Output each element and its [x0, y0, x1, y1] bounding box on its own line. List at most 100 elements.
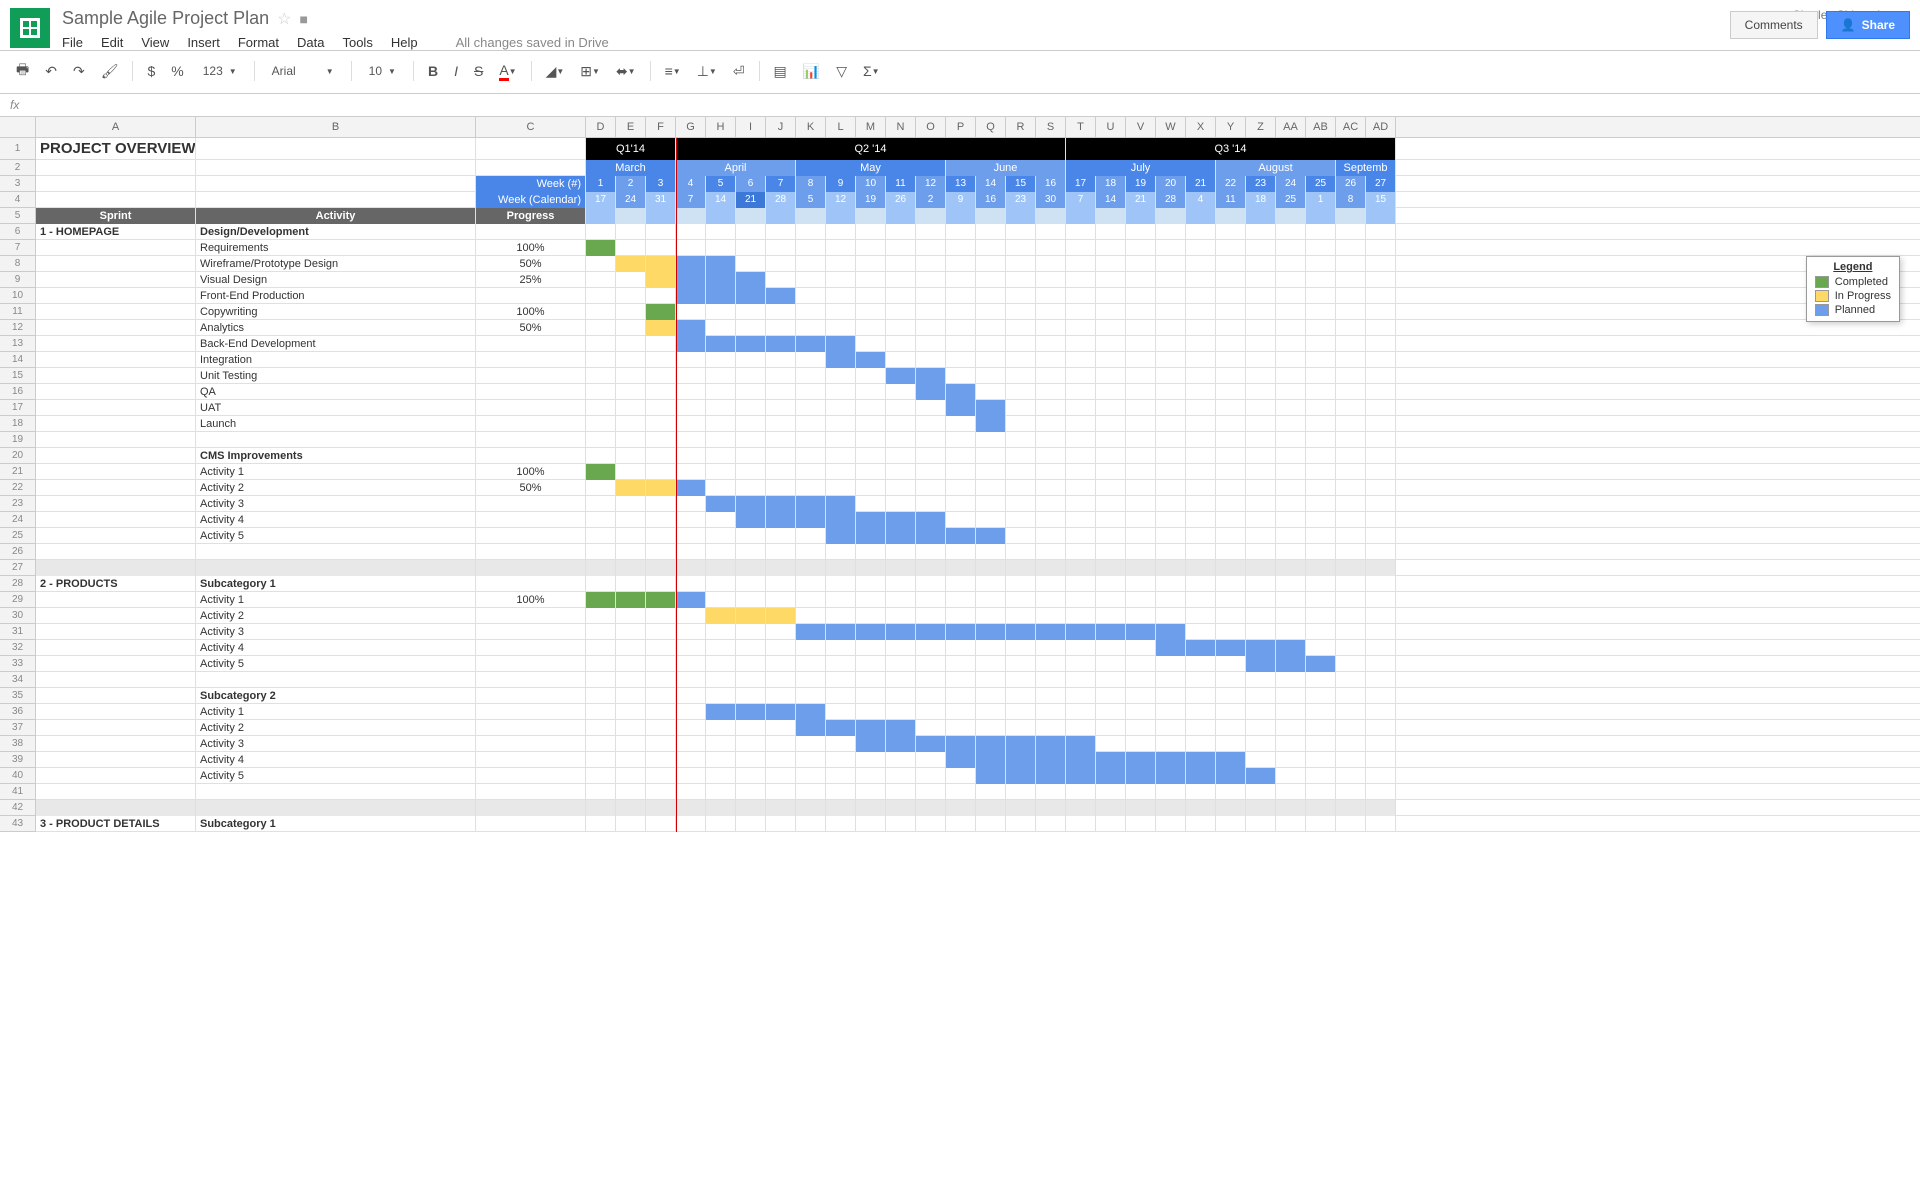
row-number[interactable]: 13	[0, 336, 36, 352]
percent-button[interactable]: %	[165, 59, 189, 83]
table-row[interactable]: Requirements100%	[36, 240, 1920, 256]
borders-button[interactable]: ⊞ ▼	[574, 59, 606, 84]
table-row[interactable]: Week (#)12345678910111213141516171819202…	[36, 176, 1920, 192]
undo-icon[interactable]: ↶	[39, 59, 63, 84]
menu-insert[interactable]: Insert	[187, 35, 220, 50]
table-row[interactable]: Activity 5	[36, 768, 1920, 784]
row-number[interactable]: 1	[0, 138, 36, 160]
table-row[interactable]	[36, 560, 1920, 576]
filter-button[interactable]: ▽	[830, 59, 853, 84]
paint-format-icon[interactable]: 🖌	[95, 59, 125, 84]
row-number[interactable]: 19	[0, 432, 36, 448]
table-row[interactable]: Launch	[36, 416, 1920, 432]
table-row[interactable]: Front-End Production	[36, 288, 1920, 304]
comments-button[interactable]: Comments	[1730, 11, 1818, 39]
table-row[interactable]: Activity 250%	[36, 480, 1920, 496]
table-row[interactable]	[36, 800, 1920, 816]
menu-format[interactable]: Format	[238, 35, 279, 50]
row-number[interactable]: 3	[0, 176, 36, 192]
row-number[interactable]: 12	[0, 320, 36, 336]
table-row[interactable]: Analytics50%	[36, 320, 1920, 336]
table-row[interactable]: Wireframe/Prototype Design50%	[36, 256, 1920, 272]
document-title[interactable]: Sample Agile Project Plan	[62, 8, 269, 29]
font-select[interactable]: Arial▼	[263, 60, 343, 82]
formula-bar[interactable]: fx	[0, 94, 1920, 117]
chart-button[interactable]: 📊	[797, 59, 826, 84]
table-row[interactable]: Activity 4	[36, 752, 1920, 768]
menu-file[interactable]: File	[62, 35, 83, 50]
table-row[interactable]: Subcategory 2	[36, 688, 1920, 704]
table-row[interactable]: 3 - PRODUCT DETAILSSubcategory 1	[36, 816, 1920, 832]
table-row[interactable]: Activity 3	[36, 736, 1920, 752]
table-row[interactable]: Activity 1	[36, 704, 1920, 720]
menu-tools[interactable]: Tools	[342, 35, 372, 50]
row-number[interactable]: 23	[0, 496, 36, 512]
menu-data[interactable]: Data	[297, 35, 324, 50]
wrap-button[interactable]: ⏎	[727, 59, 751, 84]
table-row[interactable]: 1 - HOMEPAGEDesign/Development	[36, 224, 1920, 240]
row-number[interactable]: 16	[0, 384, 36, 400]
table-row[interactable]: PROJECT OVERVIEWQ1'14Q2 '14Q3 '14	[36, 138, 1920, 160]
number-format-select[interactable]: 123▼	[194, 60, 246, 82]
row-number[interactable]: 32	[0, 640, 36, 656]
strikethrough-button[interactable]: S	[468, 59, 489, 83]
table-row[interactable]: Unit Testing	[36, 368, 1920, 384]
table-row[interactable]: Activity 5	[36, 656, 1920, 672]
align-button[interactable]: ≡ ▼	[659, 59, 687, 83]
table-row[interactable]: SprintActivityProgress	[36, 208, 1920, 224]
link-button[interactable]: ▤	[768, 59, 793, 84]
row-number[interactable]: 5	[0, 208, 36, 224]
merge-button[interactable]: ⬌ ▼	[610, 59, 642, 84]
row-number[interactable]: 35	[0, 688, 36, 704]
table-row[interactable]: Activity 5	[36, 528, 1920, 544]
table-row[interactable]	[36, 544, 1920, 560]
spreadsheet[interactable]: ABCDEFGHIJKLMNOPQRSTUVWXYZAAABACAD 12345…	[0, 117, 1920, 832]
row-number[interactable]: 34	[0, 672, 36, 688]
table-row[interactable]	[36, 432, 1920, 448]
menu-help[interactable]: Help	[391, 35, 418, 50]
row-number[interactable]: 33	[0, 656, 36, 672]
row-number[interactable]: 21	[0, 464, 36, 480]
table-row[interactable]: Activity 4	[36, 512, 1920, 528]
row-number[interactable]: 18	[0, 416, 36, 432]
row-number[interactable]: 25	[0, 528, 36, 544]
row-number[interactable]: 40	[0, 768, 36, 784]
currency-button[interactable]: $	[141, 59, 161, 83]
table-row[interactable]: Back-End Development	[36, 336, 1920, 352]
table-row[interactable]	[36, 784, 1920, 800]
table-row[interactable]: Week (Calendar)1724317142128512192629162…	[36, 192, 1920, 208]
table-row[interactable]: Activity 3	[36, 496, 1920, 512]
table-row[interactable]: QA	[36, 384, 1920, 400]
table-row[interactable]: 2 - PRODUCTSSubcategory 1	[36, 576, 1920, 592]
sheets-logo[interactable]	[10, 8, 50, 48]
row-number[interactable]: 27	[0, 560, 36, 576]
table-row[interactable]: Visual Design25%	[36, 272, 1920, 288]
row-number[interactable]: 30	[0, 608, 36, 624]
menu-view[interactable]: View	[141, 35, 169, 50]
row-number[interactable]: 2	[0, 160, 36, 176]
folder-icon[interactable]: ■	[299, 11, 307, 27]
row-number[interactable]: 42	[0, 800, 36, 816]
valign-button[interactable]: ⊥ ▼	[691, 59, 723, 84]
row-number[interactable]: 17	[0, 400, 36, 416]
star-icon[interactable]: ☆	[277, 9, 291, 29]
row-number[interactable]: 10	[0, 288, 36, 304]
row-number[interactable]: 6	[0, 224, 36, 240]
row-number[interactable]: 41	[0, 784, 36, 800]
table-row[interactable]: Activity 3	[36, 624, 1920, 640]
table-row[interactable]: Activity 2	[36, 720, 1920, 736]
menu-edit[interactable]: Edit	[101, 35, 123, 50]
table-row[interactable]: Integration	[36, 352, 1920, 368]
row-number[interactable]: 9	[0, 272, 36, 288]
row-number[interactable]: 26	[0, 544, 36, 560]
row-number[interactable]: 22	[0, 480, 36, 496]
row-number[interactable]: 24	[0, 512, 36, 528]
row-number[interactable]: 20	[0, 448, 36, 464]
bold-button[interactable]: B	[422, 59, 444, 83]
row-number[interactable]: 14	[0, 352, 36, 368]
row-number[interactable]: 37	[0, 720, 36, 736]
row-number[interactable]: 43	[0, 816, 36, 832]
table-row[interactable]: Copywriting100%	[36, 304, 1920, 320]
table-row[interactable]: Activity 1100%	[36, 592, 1920, 608]
table-row[interactable]: CMS Improvements	[36, 448, 1920, 464]
